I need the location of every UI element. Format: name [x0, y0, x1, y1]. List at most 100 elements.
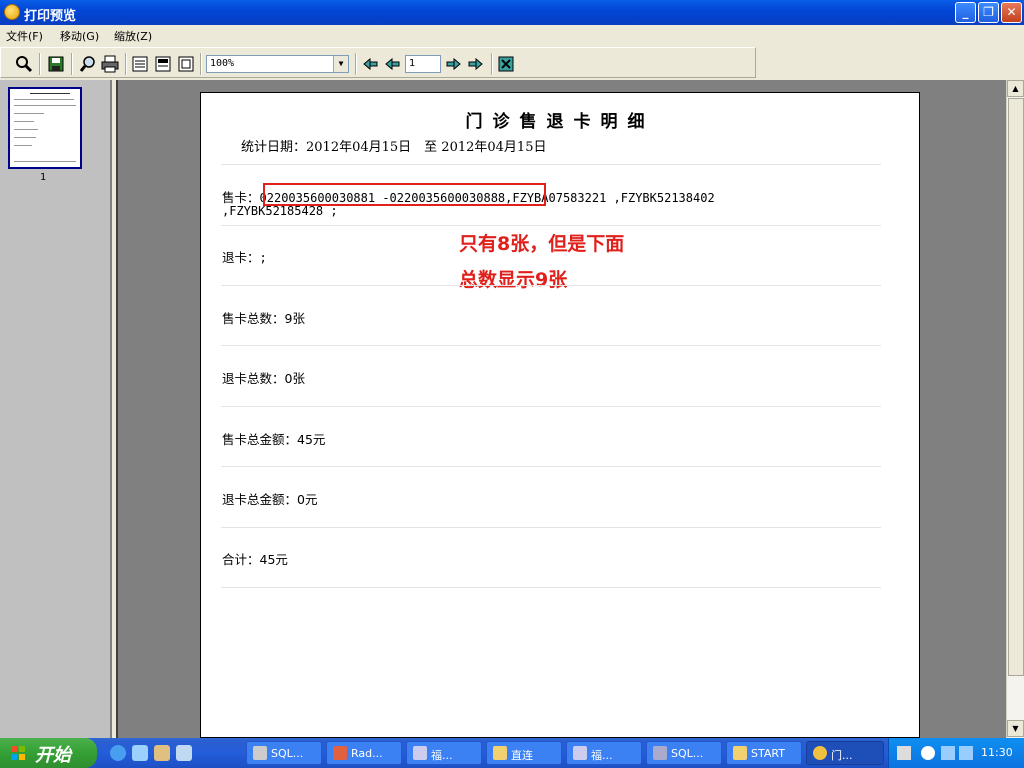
stat-date: 统计日期：2012年04月15日 至 2012年04月15日: [241, 140, 547, 155]
quicklaunch-icon[interactable]: [154, 745, 170, 761]
toolbar-separator: [491, 53, 493, 75]
scroll-up-icon[interactable]: ▲: [1007, 80, 1024, 97]
minimize-button[interactable]: _: [955, 2, 976, 23]
network-icon[interactable]: [959, 746, 973, 760]
toolbar-separator: [39, 53, 41, 75]
refund-cards-row: 退卡：;: [222, 247, 267, 266]
show-desktop-icon[interactable]: [176, 745, 192, 761]
app-icon: [4, 4, 20, 20]
taskbar-item-fu1[interactable]: 福...: [406, 741, 482, 765]
toolbar-separator: [125, 53, 127, 75]
app-icon: [813, 746, 827, 760]
row-divider: [221, 527, 881, 528]
zoom-value: 100%: [210, 58, 235, 69]
taskbar-item-sql2[interactable]: SQL...: [646, 741, 722, 765]
toolbar-separator: [200, 53, 202, 75]
chevron-left-icon[interactable]: [921, 746, 935, 760]
zoom-icon[interactable]: [15, 55, 33, 73]
sum-row: 合计：45元: [222, 549, 288, 568]
sold-total-label: 售卡总数：: [222, 311, 285, 326]
last-page-icon[interactable]: [467, 55, 485, 73]
fit-page-icon[interactable]: [177, 55, 195, 73]
annotation-line2: 总数显示9张: [459, 269, 568, 291]
start-button[interactable]: 开始: [0, 738, 97, 768]
menu-move[interactable]: 移动(G): [60, 28, 99, 44]
refund-cards-value: ;: [259, 251, 267, 265]
network-icon[interactable]: [941, 746, 955, 760]
refund-total-row: 退卡总数：0张: [222, 368, 305, 387]
refund-amount-row: 退卡总金额：0元: [222, 489, 317, 508]
page-thumbnail[interactable]: [8, 87, 82, 169]
print-icon[interactable]: [101, 55, 119, 73]
sold-amount-label: 售卡总金额：: [222, 432, 298, 447]
windows-flag-icon: [11, 746, 25, 760]
save-icon[interactable]: [47, 55, 65, 73]
annotation-line1: 只有8张，但是下面: [459, 233, 625, 255]
refund-total-label: 退卡总数：: [222, 371, 285, 386]
folder-icon: [733, 746, 747, 760]
sold-cards-line2: ,FZYBK52185428 ;: [222, 204, 338, 218]
app-icon: [333, 746, 347, 760]
next-page-icon[interactable]: [444, 55, 462, 73]
refund-amount-value: 0元: [297, 492, 318, 507]
app-icon: [573, 746, 587, 760]
toolbar-empty-area: [756, 47, 1024, 78]
scrollbar-thumb[interactable]: [1008, 98, 1024, 676]
row-divider: [221, 164, 881, 165]
menu-file[interactable]: 文件(F): [6, 28, 43, 44]
scroll-down-icon[interactable]: ▼: [1007, 720, 1024, 737]
report-title: 门诊售退卡明细: [465, 112, 655, 132]
two-page-icon[interactable]: [154, 55, 172, 73]
window-title: 打印预览: [24, 9, 77, 24]
folder-icon: [493, 746, 507, 760]
thumbnail-panel: 1: [0, 80, 112, 738]
sold-amount-row: 售卡总金额：45元: [222, 429, 325, 448]
taskbar-item-rad[interactable]: Rad...: [326, 741, 402, 765]
vertical-scrollbar[interactable]: ▲ ▼: [1006, 80, 1024, 738]
clock: 11:30: [981, 746, 1013, 759]
quicklaunch-icon[interactable]: [132, 745, 148, 761]
zoom-select[interactable]: 100% ▼: [206, 55, 349, 73]
menu-zoom[interactable]: 缩放(Z): [114, 28, 152, 44]
sold-total-row: 售卡总数：9张: [222, 308, 305, 327]
row-divider: [221, 345, 881, 346]
prev-page-icon[interactable]: [384, 55, 402, 73]
row-divider: [221, 466, 881, 467]
menu-bar: 文件(F) 移动(G) 缩放(Z): [0, 25, 1024, 45]
close-preview-icon[interactable]: [497, 55, 515, 73]
keyboard-icon[interactable]: [897, 746, 911, 760]
refund-total-value: 0张: [284, 371, 305, 386]
row-divider: [221, 406, 881, 407]
refund-amount-label: 退卡总金额：: [222, 492, 298, 507]
toolbar-separator: [71, 53, 73, 75]
title-bar: 打印预览 _ ❐ ✕: [0, 0, 1024, 25]
single-page-icon[interactable]: [131, 55, 149, 73]
taskbar: 开始 SQL... Rad... 福... 直连 福... SQL... STA…: [0, 738, 1024, 768]
chevron-down-icon[interactable]: ▼: [333, 56, 348, 72]
refund-cards-label: 退卡：: [222, 250, 260, 265]
taskbar-item-sql1[interactable]: SQL...: [246, 741, 322, 765]
system-tray: 11:30: [888, 738, 1024, 768]
ie-icon[interactable]: [110, 745, 126, 761]
maximize-button[interactable]: ❐: [978, 2, 999, 23]
toolbar: 100% ▼ 1: [0, 47, 756, 78]
close-button[interactable]: ✕: [1001, 2, 1022, 23]
app-icon: [653, 746, 667, 760]
row-divider: [221, 587, 881, 588]
taskbar-item-folder[interactable]: 直连: [486, 741, 562, 765]
first-page-icon[interactable]: [361, 55, 379, 73]
app-icon: [253, 746, 267, 760]
toolbar-separator: [355, 53, 357, 75]
highlight-box: [263, 183, 546, 206]
sum-label: 合计：: [222, 552, 260, 567]
taskbar-item-fu2[interactable]: 福...: [566, 741, 642, 765]
page-number-input[interactable]: 1: [405, 55, 441, 73]
sum-value: 45元: [259, 552, 288, 567]
report-page: 门诊售退卡明细 统计日期：2012年04月15日 至 2012年04月15日 售…: [200, 92, 920, 738]
taskbar-item-active[interactable]: 门...: [806, 741, 884, 765]
find-icon[interactable]: [79, 55, 97, 73]
app-icon: [413, 746, 427, 760]
page-number-value: 1: [409, 58, 416, 69]
thumbnail-page-number: 1: [40, 172, 47, 183]
taskbar-item-start[interactable]: START: [726, 741, 802, 765]
